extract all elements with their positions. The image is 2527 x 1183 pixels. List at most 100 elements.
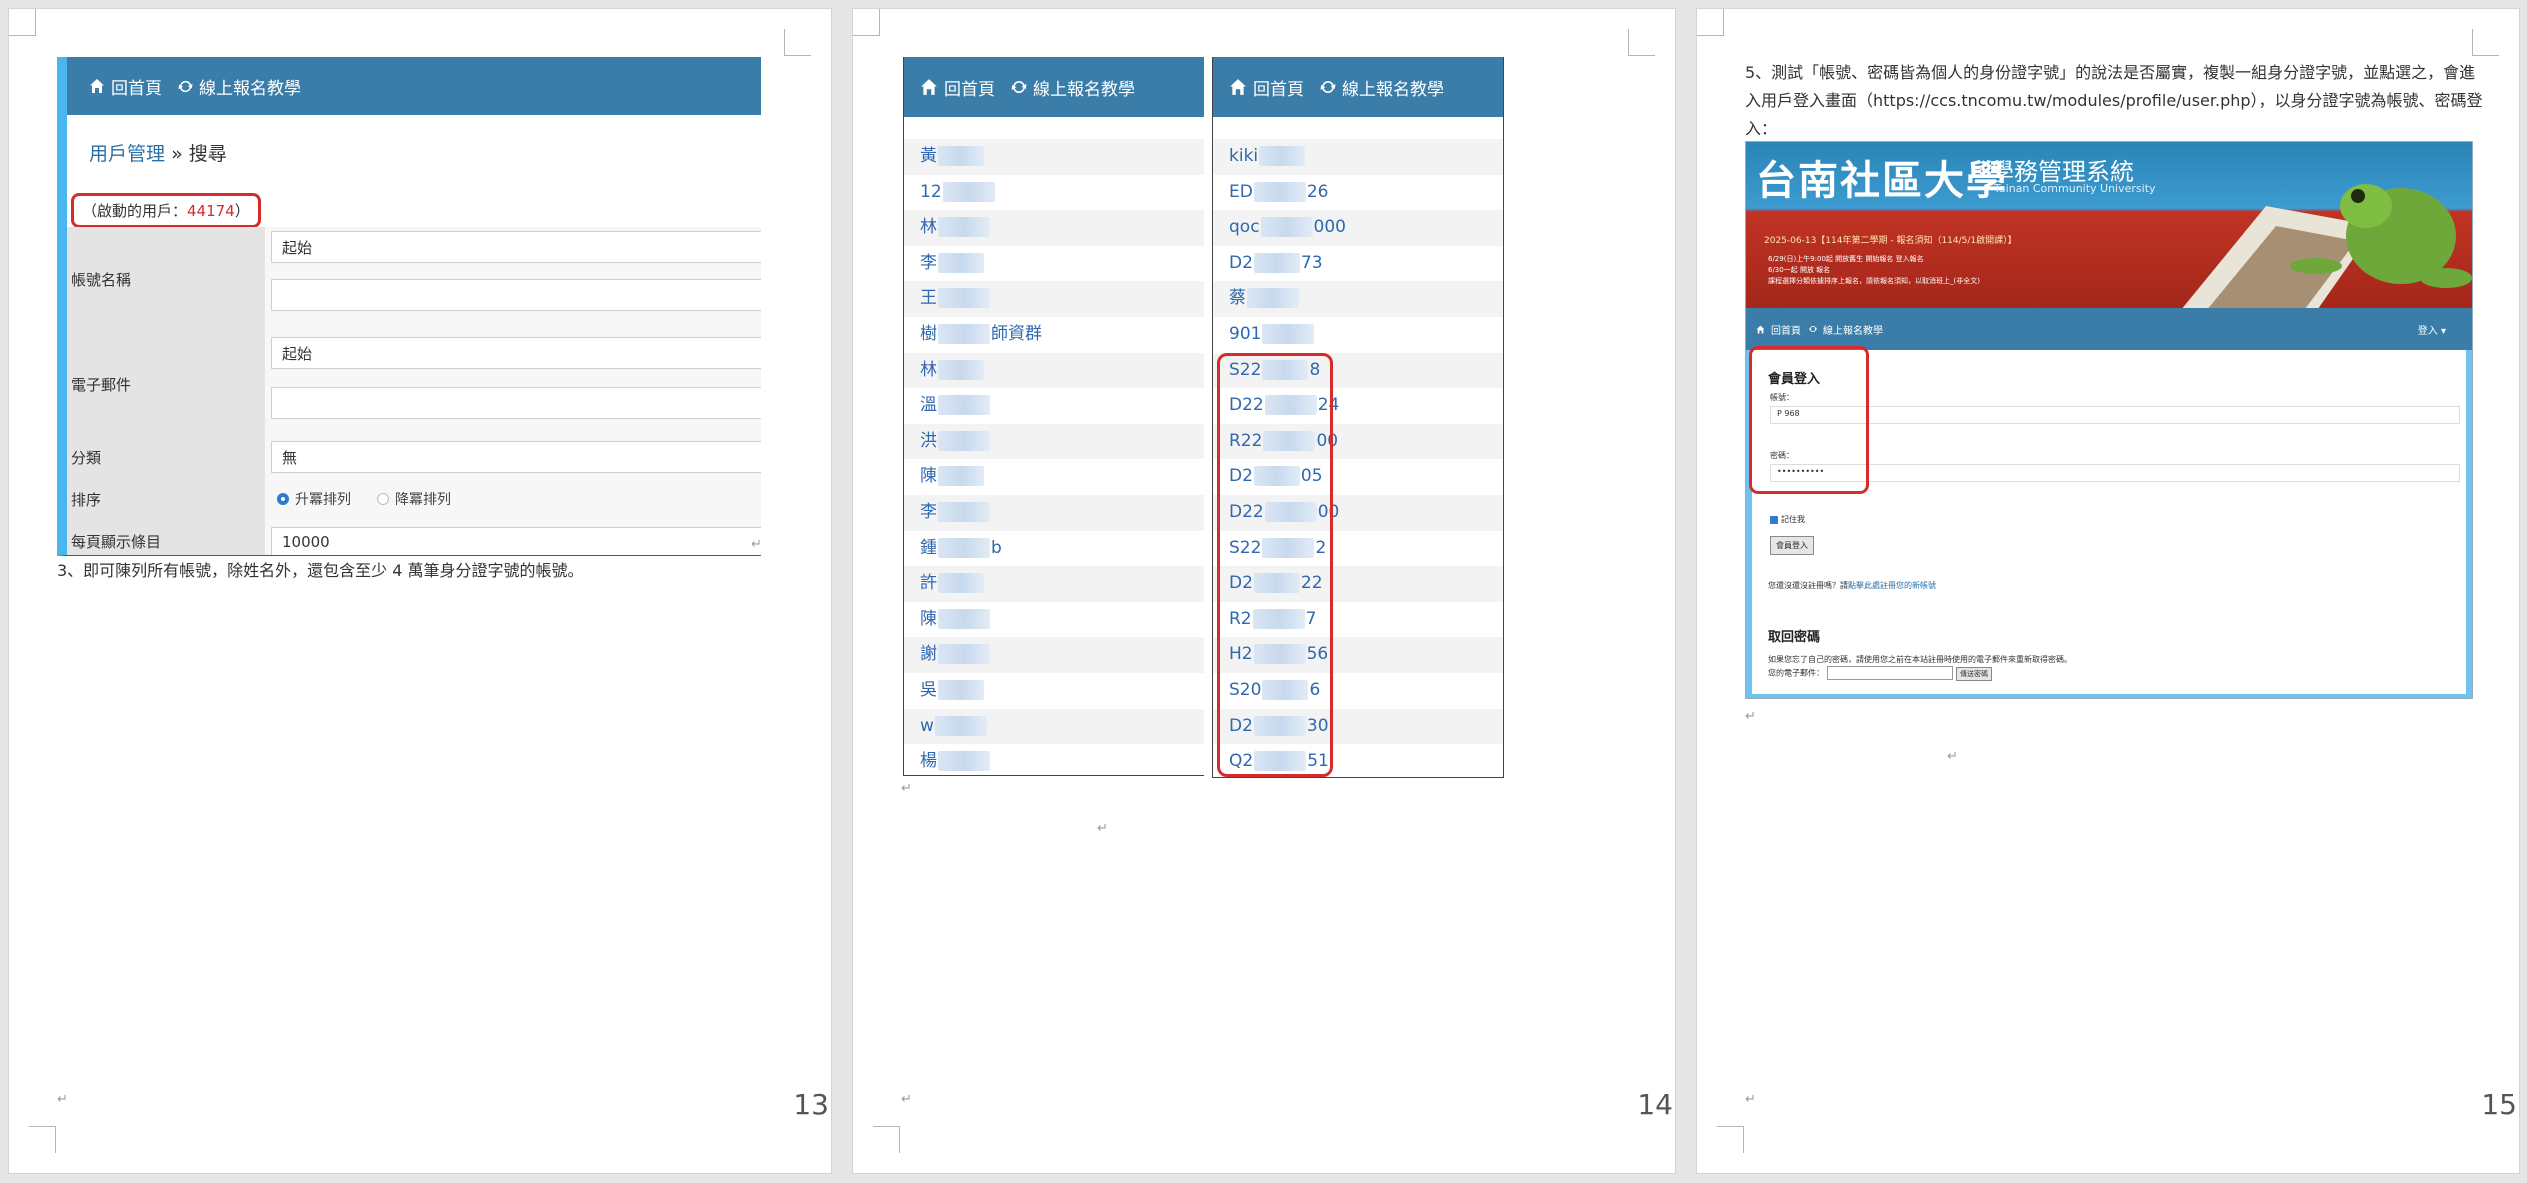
banner-title: 台南社區大學 (1756, 157, 2008, 204)
login-dropdown[interactable]: 登入 ▾ (2418, 322, 2446, 337)
nav-home[interactable]: 回首頁 (89, 74, 162, 99)
crop-mark (853, 9, 880, 36)
nav-online-label: 線上報名教學 (199, 78, 301, 99)
document-page-13: 回首頁 線上報名教學 用戶管理 » 搜尋 （啟動的用戶：44174） 帳號名稱 … (8, 8, 832, 1174)
list-item[interactable]: 許 (904, 566, 1204, 602)
banner-news[interactable]: 2025-06-13【114年第二學期 - 報名須知（114/5/1啟開課）】 (1764, 234, 2017, 248)
list-item[interactable]: qoc 000 (1213, 210, 1503, 246)
remember-me-label: 記住我 (1781, 515, 1805, 524)
list-item-prefix: 許 (920, 573, 937, 594)
home-icon (89, 78, 105, 94)
breadcrumb-search: 搜尋 (188, 143, 227, 165)
list-item[interactable]: 鍾b (904, 531, 1204, 567)
radio-unselected-icon (377, 493, 389, 505)
nav-home[interactable]: 回首頁 (920, 75, 995, 100)
account-match-select[interactable]: 起始 (271, 231, 761, 263)
email-label: 您的電子郵件： (1768, 668, 1824, 678)
nav-online-signup[interactable]: 線上報名教學 (1011, 75, 1135, 100)
account-name-input[interactable] (271, 279, 761, 311)
per-page-input[interactable]: 10000 (271, 527, 761, 555)
list-item[interactable]: 901 (1213, 317, 1503, 353)
refresh-icon (178, 79, 193, 94)
register-link[interactable]: 點擊此處註冊您的新帳號 (1848, 581, 1936, 590)
nav-online-label: 線上報名教學 (1823, 325, 1883, 337)
redacted-block (938, 146, 984, 166)
list-item-suffix: 000 (1313, 217, 1346, 238)
redacted-block (934, 715, 987, 736)
member-login-button[interactable]: 會員登入 (1770, 536, 1814, 555)
redacted-block (1253, 252, 1300, 273)
list-item[interactable]: ED 26 (1213, 175, 1503, 211)
list-item[interactable]: D2 73 (1213, 246, 1503, 282)
nav-online-signup[interactable]: 線上報名教學 (178, 74, 301, 99)
list-item[interactable]: 黃 (904, 139, 1204, 175)
account-input[interactable]: P 968 (1770, 406, 2460, 424)
crop-mark (1628, 29, 1655, 56)
register-text: 您還沒還沒註冊嗎？請 (1768, 581, 1848, 590)
password-input[interactable]: •••••••••• (1770, 464, 2460, 482)
id-number-highlight-box (1217, 353, 1333, 777)
paragraph-mark: ↵ (57, 1092, 68, 1107)
list-item-prefix: 林 (920, 217, 937, 238)
name-list-screenshot: 回首頁 線上報名教學 黃 12 林李王樹師資群林溫洪陳李鍾 b 許陳謝吳 w 楊 (903, 57, 1204, 776)
form-row-category: 分類 無 (67, 437, 761, 477)
email-match-select[interactable]: 起始 (271, 337, 761, 369)
list-item-prefix: kiki (1229, 146, 1259, 166)
banner-english-name: Tainan Community University (1994, 182, 2156, 195)
nav-home[interactable]: 回首頁 (1229, 75, 1304, 100)
crop-mark (29, 1126, 56, 1153)
list-item-prefix: 王 (920, 288, 937, 309)
list-item[interactable]: 洪 (904, 423, 1204, 460)
paragraph-mark: ↵ (1745, 709, 1756, 724)
crop-mark (1697, 9, 1724, 36)
list-item[interactable]: w (904, 708, 1204, 745)
form-row-sort: 排序 升冪排列 降冪排列 (67, 477, 761, 521)
nav-home-label: 回首頁 (1771, 325, 1801, 337)
list-item[interactable]: 楊 (904, 744, 1204, 775)
list-item[interactable]: 12 (904, 175, 1204, 211)
list-item[interactable]: 林 (904, 210, 1204, 246)
refresh-icon (1320, 79, 1336, 95)
list-item-prefix: 樹 (920, 323, 937, 344)
list-item[interactable]: kiki (1213, 139, 1503, 175)
list-item[interactable]: 林 (904, 352, 1204, 389)
refresh-icon (1011, 79, 1027, 95)
banner-note: 課程選擇分類依據排序上報名，請依報名須知，以取消班上_(非全文) (1768, 277, 1980, 285)
sort-descending-label: 降冪排列 (395, 492, 451, 508)
retrieve-email-input[interactable] (1827, 666, 1953, 680)
nav-online-signup[interactable]: 線上報名教學 (1320, 75, 1444, 100)
site-banner: 台南社區大學 學務管理系統 Tainan Community Universit… (1746, 142, 2472, 308)
nav-online-signup[interactable]: 線上報名教學 (1809, 322, 1883, 337)
sort-descending-radio[interactable]: 降冪排列 (377, 489, 451, 509)
list-item[interactable]: 吳 (904, 673, 1204, 709)
email-input[interactable] (271, 387, 761, 419)
redacted-block (1253, 181, 1306, 202)
caption-step-3: 3、即可陳列所有帳號，除姓名外，還包含至少 4 萬筆身分證字號的帳號。 (57, 561, 584, 580)
nav-online-label: 線上報名教學 (1033, 79, 1135, 100)
sort-ascending-radio[interactable]: 升冪排列 (277, 489, 351, 509)
paragraph-mark: ↵ (901, 1092, 912, 1107)
list-item[interactable]: 陳 (904, 602, 1204, 638)
redacted-block (938, 430, 990, 451)
crop-mark (784, 29, 811, 56)
list-item[interactable]: 李 (904, 494, 1204, 531)
category-label: 分類 (67, 437, 265, 477)
remember-me-checkbox[interactable]: 記住我 (1770, 514, 1805, 525)
list-item[interactable]: 李 (904, 246, 1204, 282)
home-icon (920, 78, 938, 96)
list-item[interactable]: 王 (904, 281, 1204, 317)
list-item[interactable]: 溫 (904, 388, 1204, 424)
banner-note: 6/30一起 開放 報名 (1768, 266, 1831, 274)
list-item-prefix: 謝 (920, 644, 937, 665)
list-item[interactable]: 謝 (904, 637, 1204, 673)
list-item[interactable]: 蔡 (1213, 281, 1503, 317)
nav-home[interactable]: 回首頁 (1756, 322, 1801, 337)
list-item-prefix: 黃 (920, 146, 937, 166)
per-page-label: 每頁顯示條目 (67, 521, 265, 555)
send-password-button[interactable]: 傳送密碼 (1956, 666, 1992, 681)
list-item[interactable]: 樹 師資群 (904, 317, 1204, 353)
category-select[interactable]: 無 (271, 441, 761, 473)
breadcrumb-user-management[interactable]: 用戶管理 (89, 143, 165, 165)
list-item[interactable]: 陳 (904, 459, 1204, 495)
paragraph-mark: ↵ (1097, 821, 1108, 836)
